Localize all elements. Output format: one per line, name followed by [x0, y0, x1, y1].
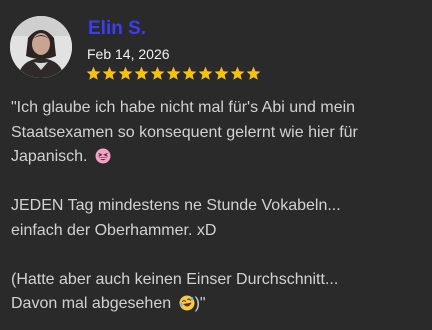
- star-icon: [86, 66, 101, 80]
- review-text: "Ich glaube ich habe nicht mal für's Abi…: [11, 96, 423, 317]
- avatar[interactable]: [10, 16, 72, 78]
- star-icon: [102, 66, 117, 80]
- review-text-line: Japanisch.: [11, 148, 88, 165]
- grinning-squinting-face-emoji: [95, 148, 111, 164]
- review-text-suffix: )": [194, 295, 206, 312]
- review-text-line: einfach der Oberhammer. xD: [11, 221, 217, 239]
- star-icon: [182, 66, 197, 80]
- star-icon: [230, 66, 245, 80]
- review-text-line: "Ich glaube ich habe nicht mal für's Abi…: [11, 99, 356, 116]
- review-card: Elin S. Feb 14, 2026 "Ich glaube ich hab…: [0, 0, 432, 330]
- review-header: Elin S. Feb 14, 2026: [10, 14, 420, 84]
- star-rating: [86, 66, 261, 82]
- review-date: Feb 14, 2026: [87, 46, 170, 62]
- star-icon: [166, 66, 181, 80]
- star-icon: [198, 66, 213, 80]
- rolling-on-floor-laughing-emoji: [179, 295, 195, 311]
- star-icon: [214, 66, 229, 80]
- review-text-line: (Hatte aber auch keinen Einser Durchschn…: [11, 270, 339, 288]
- star-icon: [118, 66, 133, 80]
- star-icon: [150, 66, 165, 80]
- review-text-line: Staatsexamen so konsequent gelernt wie h…: [11, 123, 358, 141]
- star-icon: [134, 66, 149, 80]
- star-icon: [246, 66, 261, 80]
- author-name[interactable]: Elin S.: [88, 17, 146, 41]
- avatar-image: [10, 16, 72, 78]
- review-text-line: JEDEN Tag mindestens ne Stunde Vokabeln.…: [11, 197, 341, 214]
- review-text-line: Davon mal abgesehen: [11, 295, 172, 312]
